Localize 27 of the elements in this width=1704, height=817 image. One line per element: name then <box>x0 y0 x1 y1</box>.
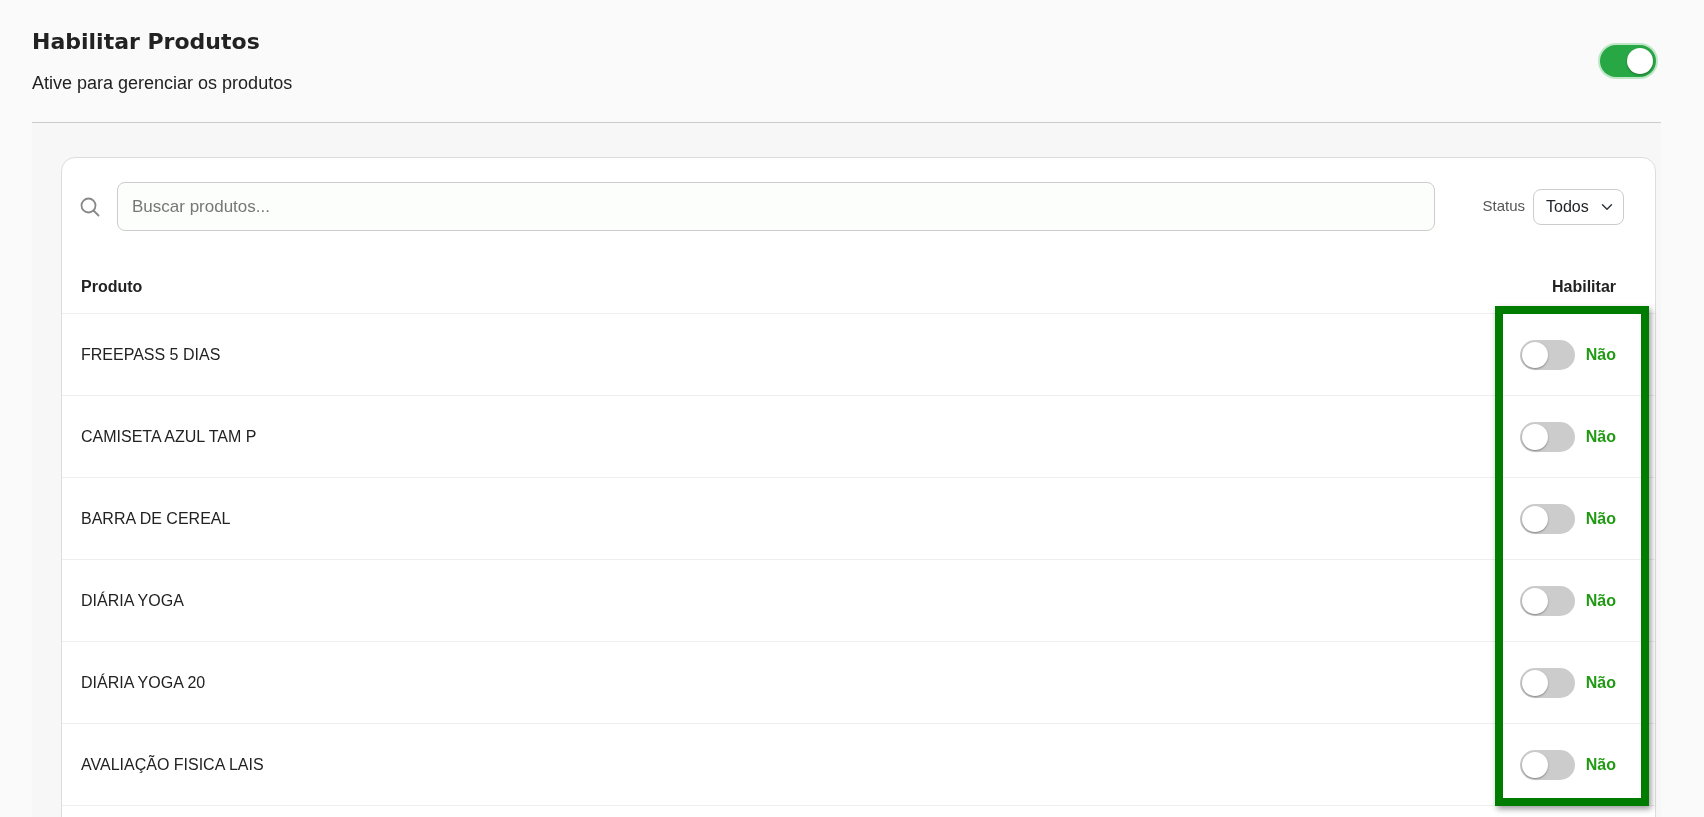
column-header: Habilitar <box>1552 277 1616 297</box>
toggle-state-label: Não <box>1585 344 1616 365</box>
page-subtitle: Ative para gerenciar os produtos <box>32 72 293 94</box>
product-name: FREEPASS 5 DIAS <box>81 344 221 365</box>
toggle-switch[interactable] <box>1519 503 1575 534</box>
toggle-switch[interactable] <box>1600 45 1656 77</box>
toggle-switch[interactable] <box>1519 667 1575 698</box>
toggle-state-label: Não <box>1585 508 1616 529</box>
product-name: BARRA DE CEREAL <box>81 508 231 529</box>
toggle-switch[interactable] <box>1519 585 1575 616</box>
toggle-switch[interactable] <box>1519 749 1575 780</box>
product-name: DIÁRIA YOGA 20 <box>81 672 206 693</box>
page-title: Habilitar Produtos <box>32 28 261 56</box>
toggle-state-label: Não <box>1585 754 1616 775</box>
product-name: CAMISETA AZUL TAM P <box>81 426 257 447</box>
toggle-state-label: Não <box>1585 426 1616 447</box>
toggle-state-label: Não <box>1585 590 1616 611</box>
toggle-switch[interactable] <box>1519 339 1575 370</box>
toggle-switch[interactable] <box>1519 421 1575 452</box>
search-field[interactable]: Buscar produtos... <box>117 182 1436 231</box>
status-label: Status <box>1482 196 1525 217</box>
search-icon <box>80 196 100 217</box>
product-name: DIÁRIA YOGA <box>81 590 184 611</box>
column-header: Produto <box>81 277 143 297</box>
product-name: AVALIAÇÃO FISICA LAIS <box>81 754 264 775</box>
status-dropdown[interactable]: Todos <box>1533 188 1624 225</box>
toggle-state-label: Não <box>1585 672 1616 693</box>
